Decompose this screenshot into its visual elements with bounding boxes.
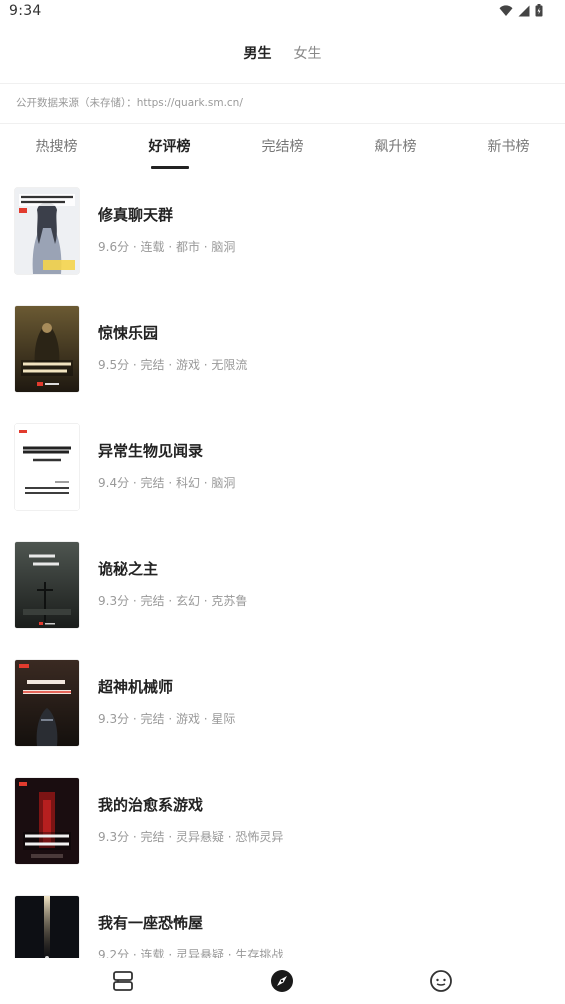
- book-cover: [15, 188, 79, 274]
- book-cover: [15, 542, 79, 628]
- nav-profile[interactable]: [428, 968, 454, 994]
- tab-female[interactable]: 女生: [294, 40, 322, 68]
- tab-male[interactable]: 男生: [244, 40, 272, 68]
- book-title: 诡秘之主: [98, 560, 159, 578]
- book-cover: [15, 896, 79, 958]
- book-meta: 9.2分 · 连载 · 灵异悬疑 · 生存挑战: [98, 948, 284, 958]
- book-cover: [15, 306, 79, 392]
- book-cover: [15, 660, 79, 746]
- book-item[interactable]: 异常生物见闻录 9.4分 · 完结 · 科幻 · 脑洞: [0, 412, 565, 530]
- book-title: 惊悚乐园: [98, 324, 159, 342]
- book-cover: [15, 778, 79, 864]
- tab-hot-search[interactable]: 热搜榜: [0, 136, 113, 172]
- tab-rising[interactable]: 飙升榜: [339, 136, 452, 172]
- book-list[interactable]: 修真聊天群 9.6分 · 连载 · 都市 · 脑洞 惊悚乐园 9.5分 · 完结…: [0, 176, 565, 958]
- book-meta: 9.5分 · 完结 · 游戏 · 无限流: [98, 358, 248, 372]
- book-cover: [15, 424, 79, 510]
- tab-label: 完结榜: [261, 139, 304, 155]
- tab-new-books[interactable]: 新书榜: [452, 136, 565, 172]
- tab-label: 热搜榜: [35, 139, 78, 155]
- tab-indicator: [150, 166, 189, 169]
- compass-icon: [271, 970, 293, 992]
- wifi-icon: [499, 4, 513, 16]
- gender-tabs: 男生 女生: [0, 40, 565, 68]
- bottom-nav: [0, 958, 565, 1004]
- tab-top-rated[interactable]: 好评榜: [113, 136, 226, 172]
- tab-completed[interactable]: 完结榜: [226, 136, 339, 172]
- data-source-note: 公开数据来源（未存储）：https://quark.sm.cn/: [16, 97, 243, 109]
- status-time: 9:34: [9, 3, 42, 19]
- nav-bookshelf[interactable]: [110, 968, 136, 994]
- book-item[interactable]: 我有一座恐怖屋 9.2分 · 连载 · 灵异悬疑 · 生存挑战: [0, 884, 565, 958]
- book-item[interactable]: 修真聊天群 9.6分 · 连载 · 都市 · 脑洞: [0, 176, 565, 294]
- tab-label: 好评榜: [148, 139, 191, 155]
- book-title: 超神机械师: [98, 678, 174, 696]
- header-divider: [0, 83, 565, 84]
- tab-label: 飙升榜: [374, 139, 417, 155]
- book-title: 我的治愈系游戏: [98, 796, 204, 814]
- nav-discover[interactable]: [269, 968, 295, 994]
- smiley-icon: [430, 970, 452, 992]
- book-item[interactable]: 惊悚乐园 9.5分 · 完结 · 游戏 · 无限流: [0, 294, 565, 412]
- book-title: 异常生物见闻录: [98, 442, 204, 460]
- book-meta: 9.6分 · 连载 · 都市 · 脑洞: [98, 240, 236, 254]
- book-item[interactable]: 诡秘之主 9.3分 · 完结 · 玄幻 · 克苏鲁: [0, 530, 565, 648]
- book-item[interactable]: 我的治愈系游戏 9.3分 · 完结 · 灵异悬疑 · 恐怖灵异: [0, 766, 565, 884]
- status-icons: [499, 4, 543, 17]
- book-meta: 9.4分 · 完结 · 科幻 · 脑洞: [98, 476, 236, 490]
- battery-icon: [535, 4, 543, 17]
- book-title: 修真聊天群: [98, 206, 174, 224]
- book-meta: 9.3分 · 完结 · 玄幻 · 克苏鲁: [98, 594, 248, 608]
- ranking-tabs: 热搜榜 好评榜 完结榜 飙升榜 新书榜: [0, 136, 565, 172]
- signal-icon: [518, 5, 530, 16]
- book-meta: 9.3分 · 完结 · 灵异悬疑 · 恐怖灵异: [98, 830, 284, 844]
- book-title: 我有一座恐怖屋: [98, 914, 204, 932]
- tab-label: 新书榜: [487, 139, 530, 155]
- source-divider: [0, 123, 565, 124]
- book-item[interactable]: 超神机械师 9.3分 · 完结 · 游戏 · 星际: [0, 648, 565, 766]
- bookshelf-icon: [113, 971, 133, 991]
- book-meta: 9.3分 · 完结 · 游戏 · 星际: [98, 712, 236, 726]
- status-bar: 9:34: [0, 0, 565, 24]
